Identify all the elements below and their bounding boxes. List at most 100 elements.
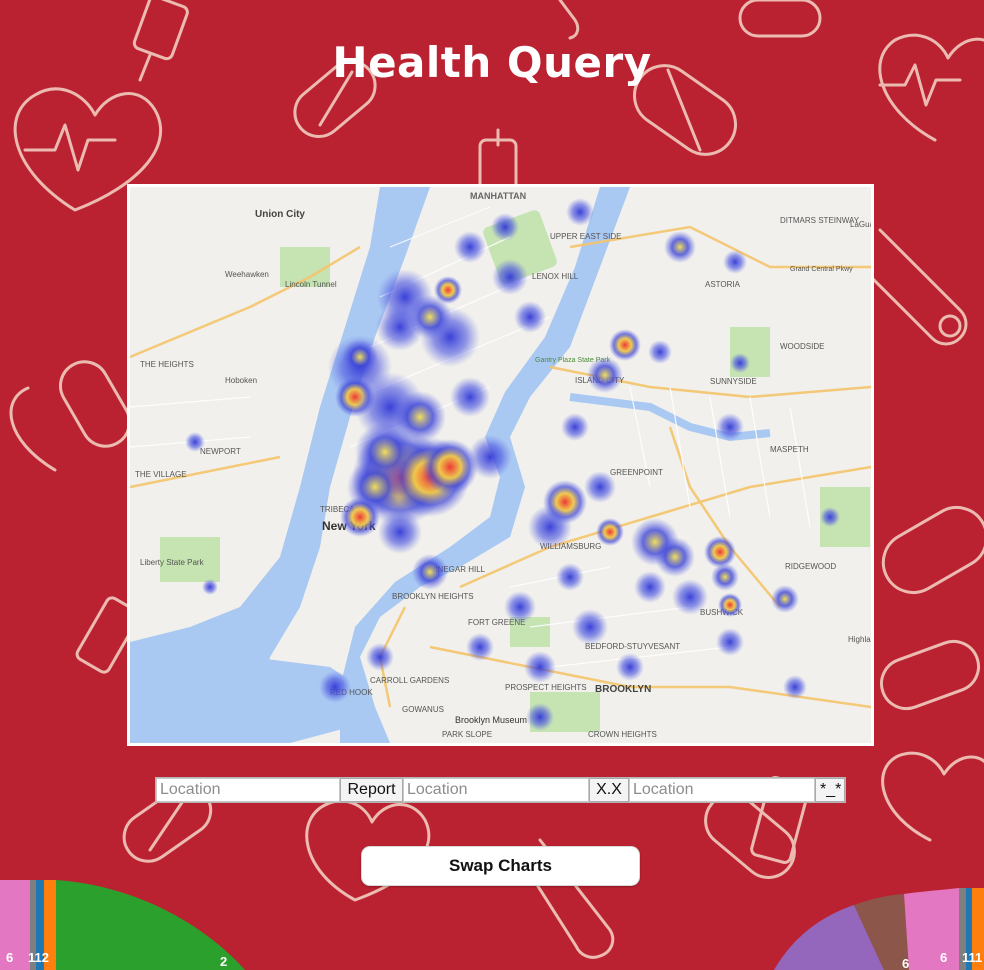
heat-point: [820, 507, 840, 527]
label-brooklyn-museum: Brooklyn Museum: [455, 715, 527, 725]
pie-slice: [56, 880, 245, 970]
page: Health Query MANHATTAN Union City Weehaw…: [0, 0, 984, 970]
pie-slice: [904, 888, 959, 970]
heat-point: [634, 571, 666, 603]
heat-point: [771, 585, 799, 613]
heat-point: [491, 213, 519, 241]
label-upper-east-side: UPPER EAST SIDE: [550, 232, 621, 241]
label-ditmars-steinway: DITMARS STEINWAY: [780, 216, 860, 225]
heat-point: [468, 435, 512, 479]
label-gowanus: GOWANUS: [402, 705, 444, 714]
heat-point: [376, 303, 424, 351]
label-the-heights: THE HEIGHTS: [140, 360, 194, 369]
pie-right-label-1: 6: [902, 956, 910, 970]
location-input-3[interactable]: [629, 778, 815, 802]
heat-point: [584, 471, 616, 503]
heat-point: [704, 536, 736, 568]
pie-left-label-3: 2: [220, 954, 228, 969]
heat-point: [572, 609, 608, 645]
heat-point: [185, 432, 205, 452]
label-brooklyn-heights: BROOKLYN HEIGHTS: [392, 592, 474, 601]
heat-point: [434, 276, 462, 304]
label-crown-heights: CROWN HEIGHTS: [588, 730, 657, 739]
heart-icon: [9, 386, 57, 472]
pill-icon: [738, 0, 822, 38]
heat-point: [566, 198, 594, 226]
pie-slice: [0, 880, 30, 970]
pill-icon: [59, 360, 131, 448]
label-laguardia: LaGua: [850, 220, 871, 229]
heat-point: [730, 353, 750, 373]
label-hoboken: Hoboken: [225, 376, 257, 385]
label-prospect-heights: PROSPECT HEIGHTS: [505, 683, 587, 692]
label-greenpoint: GREENPOINT: [610, 468, 663, 477]
label-astoria: ASTORIA: [705, 280, 741, 289]
label-maspeth: MASPETH: [770, 445, 809, 454]
heat-point: [412, 554, 448, 590]
heat-point: [202, 579, 218, 595]
heat-point: [514, 301, 546, 333]
heat-point: [711, 563, 739, 591]
heat-point: [524, 651, 556, 683]
label-lincoln-tunnel: Lincoln Tunnel: [285, 280, 337, 289]
heat-point: [718, 593, 742, 617]
heat-point: [556, 563, 584, 591]
report-button[interactable]: Report: [340, 778, 403, 802]
pill-icon: [880, 639, 980, 711]
heat-point: [716, 628, 744, 656]
location-input-1[interactable]: [156, 778, 340, 802]
heat-point: [616, 653, 644, 681]
heat-point: [342, 339, 378, 375]
label-sunnyside: SUNNYSIDE: [710, 377, 757, 386]
query-bar: Report X.X *_*: [155, 777, 846, 803]
label-highland: Highla: [848, 635, 871, 644]
label-grand-central: Grand Central Pkwy: [790, 266, 853, 273]
heat-point: [466, 633, 494, 661]
label-the-village: THE VILLAGE: [135, 470, 187, 479]
label-manhattan: MANHATTAN: [470, 191, 526, 201]
pie-right-label-3: 111: [962, 950, 983, 965]
label-ridgewood: RIDGEWOOD: [785, 562, 836, 571]
heart-icon: [881, 751, 984, 842]
heat-point: [716, 413, 744, 441]
heat-point: [454, 231, 486, 263]
heat-point: [783, 675, 807, 699]
label-liberty-state-park: Liberty State Park: [140, 558, 205, 567]
star-face-button[interactable]: *_*: [815, 778, 845, 802]
heatmap-container[interactable]: MANHATTAN Union City Weehawken Lincoln T…: [127, 184, 874, 746]
heat-point: [366, 643, 394, 671]
heat-point: [450, 377, 490, 417]
page-title: Health Query: [332, 38, 652, 87]
xx-button[interactable]: X.X: [589, 778, 629, 802]
pie-left-label-2: 112: [28, 950, 49, 965]
label-lenox-hill: LENOX HILL: [532, 272, 579, 281]
label-bedford-stuyvesant: BEDFORD-STUYVESANT: [585, 642, 680, 651]
heat-point: [319, 671, 351, 703]
label-carroll-gardens: CARROLL GARDENS: [370, 676, 449, 685]
pill-icon: [881, 506, 984, 594]
heat-point: [422, 439, 478, 495]
location-input-2[interactable]: [403, 778, 589, 802]
pie-chart-right-svg: [774, 888, 984, 970]
label-weehawken: Weehawken: [225, 270, 269, 279]
heat-point: [561, 413, 589, 441]
heat-point: [394, 391, 446, 443]
heat-point: [655, 537, 695, 577]
heat-point: [492, 259, 528, 295]
heat-point: [672, 579, 708, 615]
heat-point: [596, 518, 624, 546]
label-brooklyn: BROOKLYN: [595, 684, 651, 695]
heat-point: [378, 510, 422, 554]
heat-point: [504, 591, 536, 623]
heatmap-map[interactable]: MANHATTAN Union City Weehawken Lincoln T…: [130, 187, 871, 743]
swap-charts-button[interactable]: Swap Charts: [361, 846, 640, 886]
pie-chart-left: 6 112 2: [0, 880, 250, 970]
heat-point: [526, 703, 554, 731]
thermometer-icon: [558, 0, 580, 40]
heat-point: [648, 340, 672, 364]
pie-left-label-1: 6: [6, 950, 14, 965]
label-park-slope: PARK SLOPE: [442, 730, 492, 739]
pie-right-label-2: 6: [940, 950, 948, 965]
heat-point: [587, 357, 623, 393]
heat-point: [528, 505, 572, 549]
